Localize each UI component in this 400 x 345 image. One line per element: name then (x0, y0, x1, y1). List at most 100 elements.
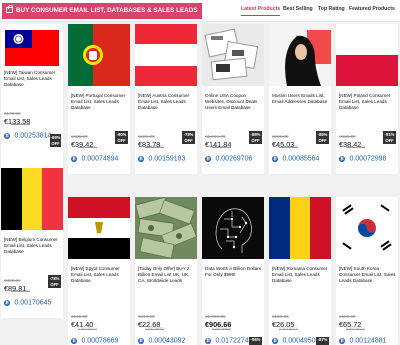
btc-old-price: 0.00568109 (279, 145, 298, 149)
bitcoin-icon: ₿ (272, 337, 278, 344)
product-image-coupons[interactable] (202, 24, 264, 86)
tab-featured-products[interactable]: Featured Products (349, 6, 395, 12)
btc-old-price: 0.00779651 (78, 145, 97, 149)
bitcoin-icon: ₿ (205, 155, 211, 162)
old-price: €429.00 (138, 134, 155, 139)
btc-price: 0.00049504 (282, 337, 320, 345)
btc-price-row: 0.00378114 ₿ 0.00078669 (71, 327, 118, 344)
product-name[interactable]: [NEW] Romania Consumer Email List, Sales… (272, 266, 329, 284)
tab-latest-products[interactable]: Latest Products (241, 6, 281, 16)
discount-badge: -79% OFF (182, 131, 195, 144)
product-name[interactable]: [NEW] Taiwan Consumer Email List, Sales … (4, 70, 61, 88)
old-price: €299.00 (272, 134, 289, 139)
product-name[interactable]: Online USA Coupon Websites, Discount Dea… (205, 93, 262, 111)
product-card[interactable]: [NEW] Poland Consumer Email List, Sales … (336, 24, 398, 174)
product-card[interactable]: [NEW] Portugal Consumer Email List, Sale… (68, 24, 130, 174)
shopping-bag-icon (6, 5, 13, 13)
store-title: BUY CONSUMER EMAIL LIST, DATABASES & SAL… (16, 7, 198, 14)
discount-badge: -90% OFF (115, 131, 128, 144)
product-image-muslim-woman[interactable] (269, 24, 331, 86)
btc-price-row: 0.00779651 ₿ 0.00043092 (138, 327, 185, 344)
discount-badge: -89% OFF (249, 131, 262, 144)
bitcoin-icon: ₿ (4, 299, 10, 306)
btc-price-row: 0.00779651 ₿ 0.00072998 (339, 145, 386, 162)
product-image-romania-flag[interactable] (269, 197, 331, 259)
btc-old-price: 0.40039994 (212, 327, 231, 331)
product-card[interactable]: [NEW] Belgium Consumer Email List, Sales… (1, 168, 63, 318)
btc-old-price: 0.00378114 (78, 327, 97, 331)
btc-price-row: 0.02499035 ₿ 0.00269706 (205, 145, 252, 162)
tab-top-rating[interactable]: Top Rating (318, 6, 345, 12)
btc-price-row: 0.00779651 ₿ 0.00159183 (138, 145, 185, 162)
btc-price: 0.00074894 (81, 155, 119, 163)
old-price: €1,219.00 (205, 134, 226, 139)
btc-old-price: 0.00779651 (145, 327, 164, 331)
product-name[interactable]: [NEW] Belgium Consumer Email List, Sales… (4, 237, 61, 255)
btc-price: 0.00170645 (14, 299, 52, 307)
product-card[interactable]: [NEW] Romania Consumer Email List, Sales… (269, 197, 331, 345)
product-name[interactable]: [NEW] Portugal Consumer Email List, Sale… (71, 93, 128, 111)
btc-price: 0.00072998 (349, 155, 387, 163)
store-title-banner[interactable]: BUY CONSUMER EMAIL LIST, DATABASES & SAL… (2, 3, 203, 19)
product-card[interactable]: [Today Only Offer] BUY 2 Billion Email L… (135, 197, 197, 345)
old-price: €489.00 (4, 278, 21, 283)
btc-price-row: 0.00779651 ₿ 0.00074894 (71, 145, 118, 162)
bitcoin-icon: ₿ (71, 155, 77, 162)
btc-price-row: 0.00568109 ₿ 0.00085564 (272, 145, 319, 162)
product-name[interactable]: [NEW] Poland Consumer Email List, Sales … (339, 93, 396, 111)
old-price: €199.00 (272, 314, 289, 319)
product-image-egypt-flag[interactable] (68, 197, 130, 259)
product-name[interactable]: [Today Only Offer] BUY 2 Billion Email L… (138, 266, 195, 284)
btc-old-price: 0.00779651 (346, 145, 365, 149)
bitcoin-icon: ₿ (4, 132, 10, 139)
product-card[interactable]: Muslim Users Emails List, Email Addresse… (269, 24, 331, 174)
product-image-poland-flag[interactable] (336, 24, 398, 86)
discount-badge: -78% OFF (48, 275, 61, 288)
product-name[interactable]: [NEW] South Korea Consumer Email List, S… (339, 266, 396, 284)
old-price: €2,999.00 (205, 314, 226, 319)
product-card[interactable]: [NEW] South Korea Consumer Email List, S… (336, 197, 398, 345)
product-image-circuit-head[interactable] (202, 197, 264, 259)
store-header: BUY CONSUMER EMAIL LIST, DATABASES & SAL… (0, 0, 400, 22)
btc-price: 0.00078669 (81, 337, 119, 345)
product-card[interactable]: [NEW] Egypt Consumer Email List, Sales L… (68, 197, 130, 345)
product-image-money[interactable] (135, 197, 197, 259)
btc-price: 0.00085564 (282, 155, 320, 163)
btc-old-price: 0.00378114 (279, 327, 298, 331)
product-name[interactable]: Data Worth A Billion Dollars For Only $9… (205, 266, 262, 278)
btc-price: 0.00253814 (14, 132, 52, 140)
btc-price-row: 0.00779651 ₿ 0.00170645 (4, 289, 51, 306)
bitcoin-icon: ₿ (138, 155, 144, 162)
btc-price: 0.01722744 (215, 337, 253, 345)
product-card[interactable]: Online USA Coupon Websites, Discount Dea… (202, 24, 264, 174)
tab-best-selling[interactable]: Best Selling (283, 6, 313, 12)
product-name[interactable]: Muslim Users Emails List, Email Addresse… (272, 93, 329, 105)
discount-badge: -85% OFF (316, 131, 329, 144)
product-name[interactable]: [NEW] Egypt Consumer Email List, Sales L… (71, 266, 128, 284)
bitcoin-icon: ₿ (339, 155, 345, 162)
product-image-south-korea-flag[interactable] (336, 197, 398, 259)
btc-price-row: 0.00378114 ₿ 0.00049504 (272, 327, 319, 344)
bitcoin-icon: ₿ (71, 337, 77, 344)
old-price: €429.00 (71, 134, 88, 139)
old-price: €179.99 (4, 111, 21, 116)
btc-price: 0.00159183 (148, 155, 186, 163)
btc-old-price: 0.00378114 (346, 327, 365, 331)
btc-price-row: 0.40039994 ₿ 0.01722744 (205, 327, 252, 344)
product-image-belgium-flag[interactable] (1, 168, 63, 230)
discount-badge: -69% OFF (50, 134, 61, 147)
product-image-austria-flag[interactable] (135, 24, 197, 86)
bitcoin-icon: ₿ (339, 337, 345, 344)
btc-price: 0.00043092 (148, 337, 186, 345)
bitcoin-icon: ₿ (205, 337, 211, 344)
product-card[interactable]: [NEW] Austria Consumer Email List, Sales… (135, 24, 197, 174)
product-name[interactable]: [NEW] Austria Consumer Email List, Sales… (138, 93, 195, 111)
old-price: €429.00 (339, 134, 356, 139)
product-image-portugal-flag[interactable] (68, 24, 130, 86)
discount-badge: -91% OFF (383, 131, 396, 144)
btc-old-price: 0.01026337 (11, 122, 30, 126)
product-card[interactable]: [NEW] Taiwan Consumer Email List, Sales … (1, 24, 63, 174)
bitcoin-icon: ₿ (272, 155, 278, 162)
product-card[interactable]: Data Worth A Billion Dollars For Only $9… (202, 197, 264, 345)
btc-price-row: 0.01026337 ₿ 0.00253814 (4, 122, 51, 139)
